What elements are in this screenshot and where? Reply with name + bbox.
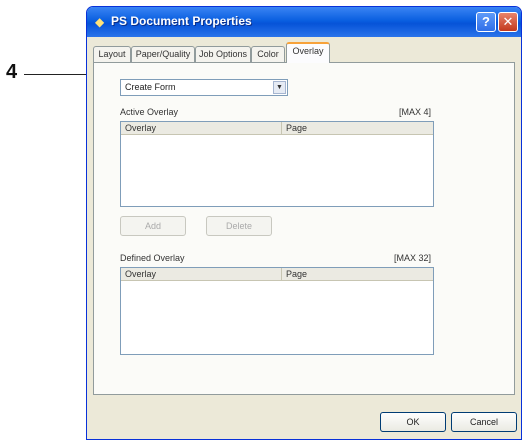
tab-overlay[interactable]: Overlay <box>286 42 330 63</box>
tab-paper-quality[interactable]: Paper/Quality <box>131 46 195 62</box>
active-overlay-list[interactable]: Overlay Page <box>120 121 434 207</box>
window-title: PS Document Properties <box>111 14 252 28</box>
tab-job-options[interactable]: Job Options <box>195 46 251 62</box>
printer-icon: ◆ <box>95 15 105 29</box>
help-button[interactable]: ? <box>476 12 496 32</box>
defined-overlay-label: Defined Overlay <box>120 253 185 263</box>
cancel-button[interactable]: Cancel <box>451 412 517 432</box>
form-select[interactable]: Create Form ▼ <box>120 79 288 96</box>
add-button[interactable]: Add <box>120 216 186 236</box>
document-properties-window: ◆ PS Document Properties ? ✕ Layout Pape… <box>86 6 522 440</box>
title-bar[interactable]: ◆ PS Document Properties ? ✕ <box>87 7 521 37</box>
tab-color[interactable]: Color <box>251 46 285 62</box>
tab-layout[interactable]: Layout <box>93 46 131 62</box>
defined-overlay-max: [MAX 32] <box>394 253 432 263</box>
column-header-overlay[interactable]: Overlay <box>121 122 281 134</box>
defined-overlay-list-header: Overlay Page <box>121 268 433 281</box>
column-header-page[interactable]: Page <box>281 122 433 134</box>
active-overlay-list-header: Overlay Page <box>121 122 433 135</box>
close-button[interactable]: ✕ <box>498 12 518 32</box>
column-header-overlay[interactable]: Overlay <box>121 268 281 280</box>
active-overlay-label: Active Overlay <box>120 107 179 117</box>
active-overlay-max: [MAX 4] <box>399 107 432 117</box>
form-select-value: Create Form <box>125 82 176 92</box>
overlay-tab-panel: Create Form ▼ Active Overlay [MAX 4] Ove… <box>93 62 515 395</box>
delete-button[interactable]: Delete <box>206 216 272 236</box>
column-header-page[interactable]: Page <box>281 268 433 280</box>
ok-button[interactable]: OK <box>380 412 446 432</box>
callout-number: 4 <box>6 61 18 83</box>
defined-overlay-list[interactable]: Overlay Page <box>120 267 434 355</box>
chevron-down-icon[interactable]: ▼ <box>273 81 286 94</box>
